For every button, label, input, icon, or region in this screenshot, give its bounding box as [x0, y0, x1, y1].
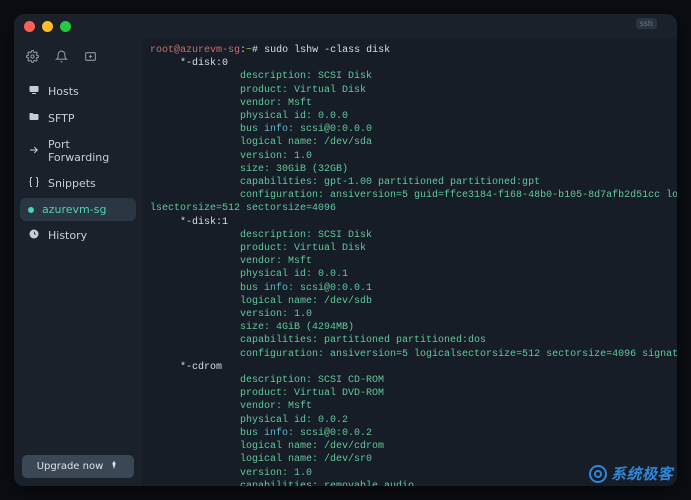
terminal-line: version: 1.0 [150, 308, 669, 321]
terminal-line: physical id: 0.0.1 [150, 268, 669, 281]
hosts-icon [28, 84, 40, 99]
status-dot-icon [28, 207, 34, 213]
titlebar: ssh [14, 14, 677, 38]
terminal-line: product: Virtual Disk [150, 242, 669, 255]
prompt-line: root@azurevm-sg:~# sudo lshw -class disk [150, 44, 669, 57]
terminal-line: product: Virtual DVD-ROM [150, 387, 669, 400]
sidebar-item-label: History [48, 229, 87, 242]
sidebar-item-portfwd[interactable]: Port Forwarding [20, 133, 136, 169]
maximize-window-button[interactable] [60, 21, 71, 32]
terminal-line: logical name: /dev/sdb [150, 295, 669, 308]
sidebar-item-label: Port Forwarding [48, 138, 128, 164]
terminal-line: version: 1.0 [150, 150, 669, 163]
watermark-text: 系统极客 [611, 463, 673, 484]
bell-icon[interactable] [55, 48, 68, 67]
sidebar-item-azurevm[interactable]: azurevm-sg [20, 198, 136, 221]
terminal-line: logical name: /dev/sda [150, 136, 669, 149]
terminal-line: capabilities: gpt-1.00 partitioned parti… [150, 176, 669, 189]
terminal-line: description: SCSI CD-ROM [150, 374, 669, 387]
sidebar-item-label: azurevm-sg [42, 203, 106, 216]
sidebar-item-label: Snippets [48, 177, 96, 190]
terminal-line: configuration: ansiversion=5 guid=ffce31… [150, 189, 669, 202]
terminal-line: description: SCSI Disk [150, 70, 669, 83]
minimize-window-button[interactable] [42, 21, 53, 32]
braces-icon [28, 176, 40, 191]
clock-icon [28, 228, 40, 243]
terminal-line: vendor: Msft [150, 97, 669, 110]
connection-pill: ssh [636, 18, 657, 29]
terminal-line: configuration: ansiversion=5 logicalsect… [150, 348, 669, 361]
terminal-line: size: 30GiB (32GB) [150, 163, 669, 176]
sidebar-item-sftp[interactable]: SFTP [20, 106, 136, 131]
upgrade-label: Upgrade now [37, 461, 104, 472]
terminal-line: bus info: scsi@0:0.0.2 [150, 427, 669, 440]
sidebar-item-history[interactable]: History [20, 223, 136, 248]
terminal-line: physical id: 0.0.0 [150, 110, 669, 123]
terminal-line: product: Virtual Disk [150, 84, 669, 97]
terminal-line: vendor: Msft [150, 400, 669, 413]
app-window: ssh Hosts [14, 14, 677, 486]
gear-icon[interactable] [26, 48, 39, 67]
terminal-line: physical id: 0.0.2 [150, 414, 669, 427]
terminal-line: vendor: Msft [150, 255, 669, 268]
upgrade-button[interactable]: Upgrade now [22, 455, 134, 478]
terminal-line: bus info: scsi@0:0.0.0 [150, 123, 669, 136]
terminal-line: *-disk:0 [150, 57, 669, 70]
terminal-line: size: 4GiB (4294MB) [150, 321, 669, 334]
titlebar-right: ssh [636, 18, 669, 29]
sidebar: Hosts SFTP Port Forwarding Snippets azur… [14, 38, 142, 486]
terminal-line: bus info: scsi@0:0.0.1 [150, 282, 669, 295]
watermark-logo-icon [589, 465, 607, 483]
folder-icon [28, 111, 40, 126]
terminal-line: capabilities: partitioned partitioned:do… [150, 334, 669, 347]
terminal-line: lsectorsize=512 sectorsize=4096 [150, 202, 669, 215]
sidebar-top-icons [20, 44, 136, 77]
arrow-right-icon [28, 144, 40, 159]
terminal-line: *-disk:1 [150, 216, 669, 229]
watermark: 系统极客 [589, 463, 673, 484]
terminal-line: logical name: /dev/cdrom [150, 440, 669, 453]
close-window-button[interactable] [24, 21, 35, 32]
sidebar-item-label: SFTP [48, 112, 74, 125]
new-terminal-icon[interactable] [84, 48, 97, 67]
terminal-pane[interactable]: root@azurevm-sg:~# sudo lshw -class disk… [142, 38, 677, 486]
sidebar-item-snippets[interactable]: Snippets [20, 171, 136, 196]
terminal-line: description: SCSI Disk [150, 229, 669, 242]
diamond-icon [109, 460, 119, 473]
terminal-line: *-cdrom [150, 361, 669, 374]
sidebar-item-label: Hosts [48, 85, 79, 98]
sidebar-item-hosts[interactable]: Hosts [20, 79, 136, 104]
